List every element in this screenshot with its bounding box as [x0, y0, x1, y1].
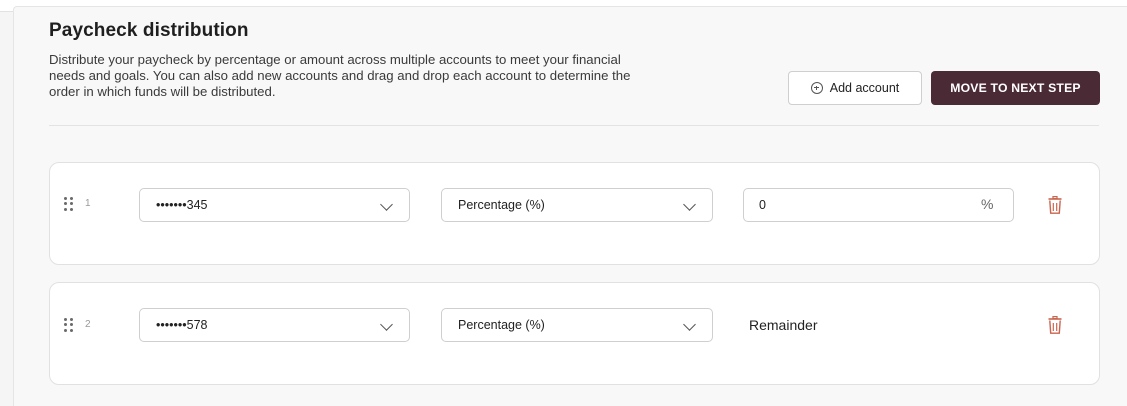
- distribution-row: 1 •••••••345 Percentage (%) %: [49, 162, 1100, 265]
- page-title: Paycheck distribution: [49, 20, 249, 41]
- distribution-type-value: Percentage (%): [458, 318, 545, 332]
- distribution-type-select[interactable]: Percentage (%): [441, 308, 713, 342]
- account-select[interactable]: •••••••345: [139, 188, 410, 222]
- trash-icon[interactable]: [1048, 196, 1062, 214]
- add-account-label: Add account: [829, 81, 900, 95]
- add-account-button[interactable]: Add account: [788, 71, 922, 105]
- account-select-value: •••••••578: [156, 318, 208, 332]
- account-select-value: •••••••345: [156, 198, 208, 212]
- drag-handle-icon[interactable]: [64, 197, 74, 211]
- distribution-row: 2 •••••••578 Percentage (%) Remainder: [49, 282, 1100, 385]
- chevron-down-icon: [683, 198, 696, 211]
- drag-handle-icon[interactable]: [64, 318, 74, 332]
- page-description: Distribute your paycheck by percentage o…: [49, 52, 631, 99]
- row-number: 2: [85, 319, 91, 330]
- distribution-type-select[interactable]: Percentage (%): [441, 188, 713, 222]
- plus-circle-icon: [810, 82, 823, 94]
- chevron-down-icon: [380, 198, 393, 211]
- row-number: 1: [85, 198, 91, 209]
- remainder-label: Remainder: [749, 317, 818, 333]
- account-select[interactable]: •••••••578: [139, 308, 410, 342]
- move-to-next-step-button[interactable]: MOVE TO NEXT STEP: [931, 71, 1100, 105]
- trash-icon[interactable]: [1048, 316, 1062, 334]
- chevron-down-icon: [683, 318, 696, 331]
- chevron-down-icon: [380, 318, 393, 331]
- header-divider: [49, 125, 1099, 126]
- percent-sign: %: [981, 196, 994, 212]
- distribution-type-value: Percentage (%): [458, 198, 545, 212]
- percentage-input[interactable]: [743, 188, 1014, 222]
